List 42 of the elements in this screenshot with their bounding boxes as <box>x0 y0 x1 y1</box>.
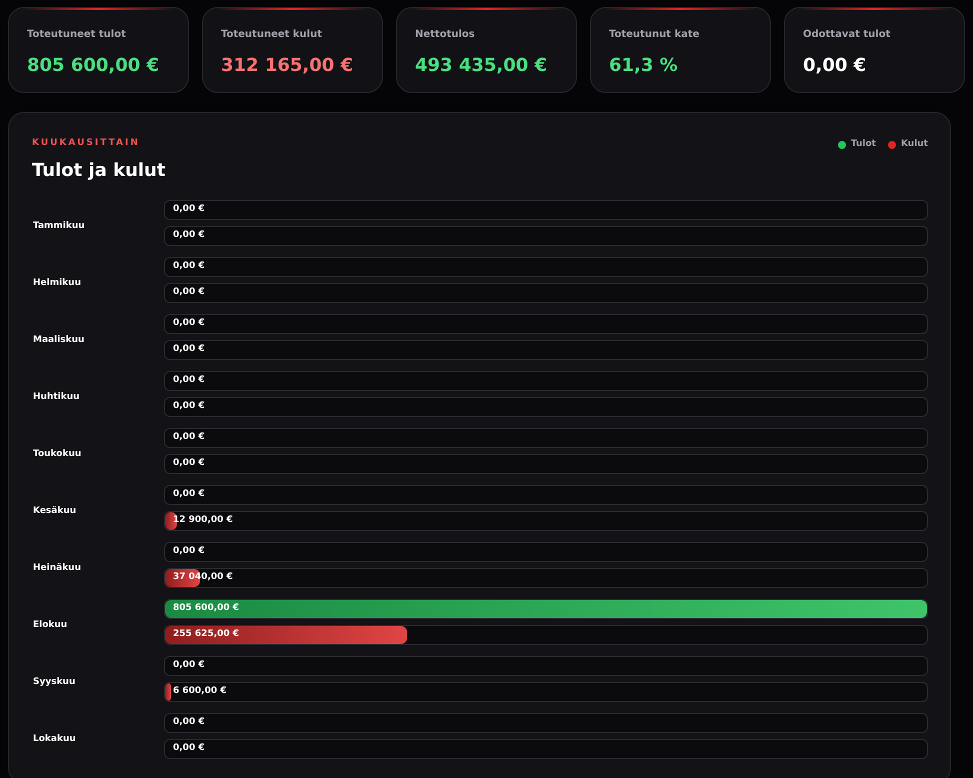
card-value: 312 165,00 € <box>221 54 354 78</box>
month-label: Heinäkuu <box>33 562 82 572</box>
legend-label: Tulot <box>850 138 876 151</box>
bar-value: 6 600,00 € <box>172 687 227 696</box>
month-label: Tammikuu <box>33 220 85 230</box>
bar-value: 0,00 € <box>172 744 205 753</box>
card-value: 61,3 % <box>609 54 679 78</box>
bar-value: 0,00 € <box>172 262 205 271</box>
legend-label: Kulut <box>900 138 928 151</box>
card-value: 0,00 € <box>803 54 868 78</box>
bar-value: 0,00 € <box>172 459 205 468</box>
bar-value: 0,00 € <box>172 376 205 385</box>
bar-value: 805 600,00 € <box>172 604 240 613</box>
month-label: Lokakuu <box>33 734 76 744</box>
month-label: Toukokuu <box>33 448 82 458</box>
card-value: 805 600,00 € <box>27 54 160 78</box>
card-label: Toteutuneet tulot <box>27 28 127 42</box>
month-label: Syyskuu <box>33 676 76 686</box>
bar-value: 255 625,00 € <box>172 630 240 639</box>
bar-value: 0,00 € <box>172 402 205 411</box>
bar-value: 0,00 € <box>172 345 205 354</box>
card-label: Toteutuneet kulut <box>221 28 323 42</box>
card-label: Odottavat tulot <box>803 28 892 42</box>
bar-value: 0,00 € <box>172 547 205 556</box>
bar-value: 0,00 € <box>172 490 205 499</box>
card-value: 493 435,00 € <box>415 54 548 78</box>
card-label: Nettotulos <box>415 28 476 42</box>
month-label: Huhtikuu <box>33 392 80 402</box>
month-label: Kesäkuu <box>33 506 76 516</box>
bar-value: 0,00 € <box>172 661 205 670</box>
section-title: Tulot ja kulut <box>32 158 166 182</box>
bar-value: 0,00 € <box>172 231 205 240</box>
card-label: Toteutunut kate <box>609 28 700 42</box>
month-label: Maaliskuu <box>33 334 84 344</box>
section-eyebrow: KUUKAUSITTAIN <box>32 137 141 150</box>
bar-value: 0,00 € <box>172 718 205 727</box>
bar-value: 0,00 € <box>172 288 205 297</box>
bar-value: 0,00 € <box>172 205 205 214</box>
bar-value: 0,00 € <box>172 319 205 328</box>
month-label: Elokuu <box>33 620 68 630</box>
month-label: Helmikuu <box>33 278 81 288</box>
bar-value: 0,00 € <box>172 433 205 442</box>
